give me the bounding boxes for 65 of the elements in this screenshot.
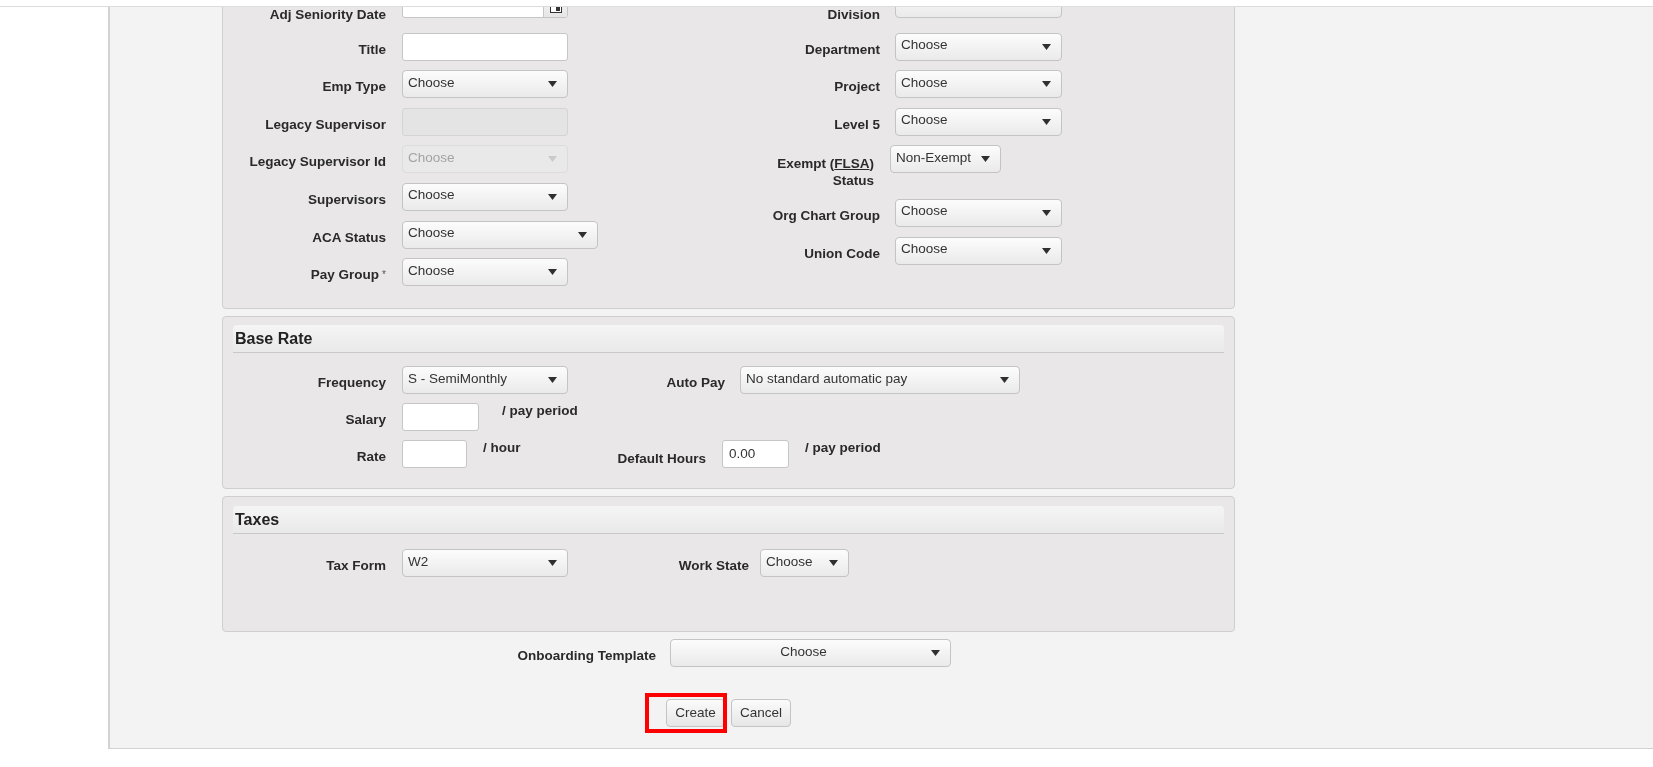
field-label: Frequency — [317, 375, 386, 392]
field-label: Org Chart Group — [772, 207, 880, 224]
field-label: Pay Group * — [310, 267, 386, 284]
field-label: Emp Type — [322, 79, 386, 96]
field-label: Salary — [345, 412, 386, 429]
dropdown[interactable]: Choose — [402, 258, 568, 287]
dropdown[interactable]: Choose — [895, 70, 1062, 99]
field-label: Auto Pay — [666, 375, 725, 392]
caret-down-icon — [548, 377, 557, 384]
field-label: Tax Form — [326, 558, 386, 575]
caret-down-icon — [548, 156, 557, 163]
field-label: Legacy Supervisor — [265, 116, 386, 133]
caret-down-icon — [1042, 247, 1051, 254]
dropdown[interactable]: Choose — [760, 549, 849, 578]
caret-down-icon — [1042, 118, 1051, 125]
section-title: Base Rate — [233, 325, 1224, 354]
field-label: Work State — [678, 558, 749, 575]
field-label: Supervisors — [307, 191, 386, 208]
dropdown[interactable]: Choose — [402, 182, 568, 211]
caret-down-icon — [548, 269, 557, 276]
field-label: ACA Status — [312, 229, 386, 246]
dropdown[interactable]: Non-Exempt — [890, 145, 1001, 174]
input-field[interactable] — [402, 403, 479, 432]
caret-down-icon — [1000, 377, 1009, 384]
field-label: Exempt (FLSA) Status — [776, 155, 874, 190]
field-label: Level 5 — [834, 116, 880, 133]
caret-down-icon — [829, 560, 838, 567]
field-label: Title — [358, 41, 386, 58]
caret-down-icon — [931, 650, 940, 657]
create-button[interactable]: Create — [666, 699, 725, 728]
caret-down-icon — [548, 81, 557, 88]
input-field[interactable] — [402, 32, 568, 61]
dropdown[interactable]: Choose — [895, 107, 1062, 136]
unit-label: / hour — [483, 440, 521, 457]
unit-label: / pay period — [502, 403, 578, 420]
field-label: Division — [827, 7, 880, 23]
field-label: Legacy Supervisor Id — [249, 154, 386, 171]
dropdown[interactable]: Choose — [895, 32, 1062, 61]
cancel-button[interactable]: Cancel — [731, 699, 792, 728]
field-label: Adj Seniority Date — [269, 7, 386, 23]
caret-down-icon — [548, 560, 557, 567]
field-label: Department — [805, 41, 880, 58]
field-label: Union Code — [804, 245, 880, 262]
dropdown[interactable]: Choose — [670, 639, 951, 668]
dropdown[interactable]: Choose — [402, 70, 568, 99]
field-label: Onboarding Template — [517, 648, 656, 665]
section-title: Taxes — [233, 506, 1224, 535]
caret-down-icon — [548, 193, 557, 200]
input-field[interactable] — [402, 440, 467, 469]
caret-down-icon — [1042, 81, 1051, 88]
dropdown[interactable]: S - SemiMonthly — [402, 366, 568, 395]
field-label: Default Hours — [617, 451, 706, 468]
caret-down-icon — [1042, 209, 1051, 216]
dropdown[interactable]: Choose — [895, 198, 1062, 227]
dropdown[interactable]: Choose — [895, 236, 1062, 265]
caret-down-icon — [578, 231, 587, 238]
dropdown[interactable]: W2 — [402, 549, 568, 578]
field-label: Rate — [356, 449, 386, 466]
dropdown[interactable]: No standard automatic pay — [740, 366, 1020, 395]
unit-label: / pay period — [805, 440, 881, 457]
caret-down-icon — [1042, 43, 1051, 50]
input-field[interactable]: 0.00 — [722, 440, 789, 469]
caret-down-icon — [981, 156, 990, 163]
dropdown[interactable]: Choose — [402, 220, 598, 249]
field-label: Project — [834, 79, 880, 96]
